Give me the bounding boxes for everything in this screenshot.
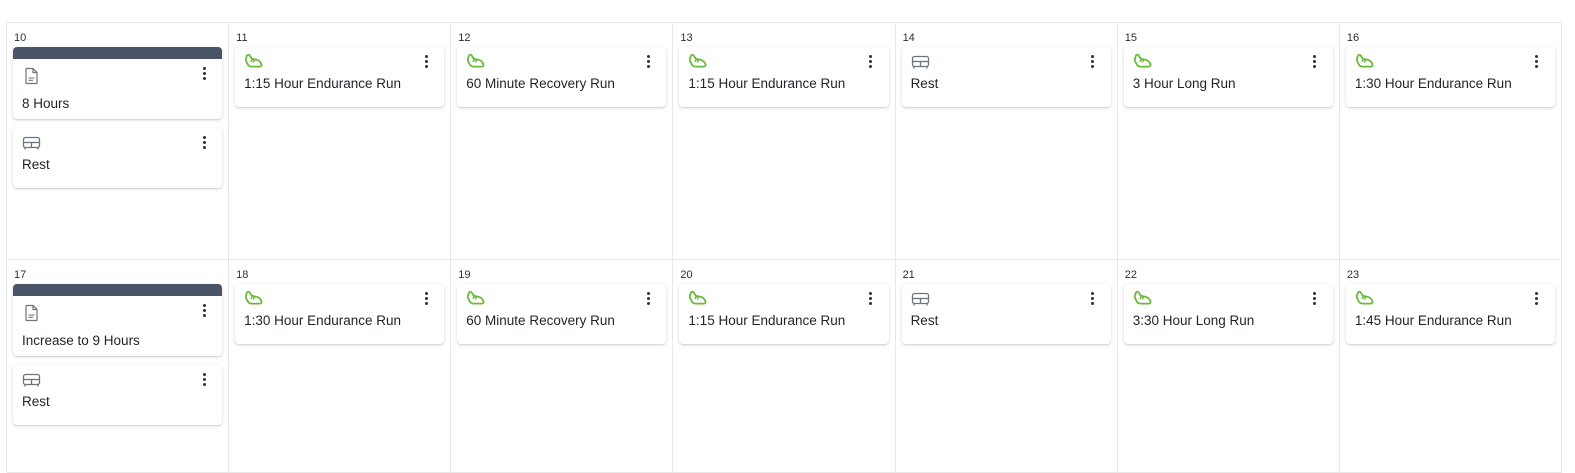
- calendar-day-16[interactable]: 16 1:30 Hour Endurance Run: [1339, 23, 1562, 260]
- day-number: 14: [902, 32, 915, 44]
- more-options-icon[interactable]: [1533, 55, 1541, 69]
- calendar-day-13[interactable]: 13 1:15 Hour Endurance Run: [673, 23, 896, 260]
- more-options-icon[interactable]: [867, 292, 875, 306]
- sofa-icon: [22, 134, 42, 152]
- workout-card[interactable]: 3 Hour Long Run: [1123, 47, 1333, 107]
- note-card[interactable]: Increase to 9 Hours: [13, 284, 223, 356]
- running-shoe-icon: [1355, 53, 1375, 71]
- workout-card[interactable]: 1:15 Hour Endurance Run: [679, 47, 889, 107]
- running-shoe-icon: [1133, 53, 1153, 71]
- running-shoe-icon: [1133, 290, 1153, 308]
- training-calendar: 10 8 Hours Rest 11 1:15 Hour Endurance Run 12…: [6, 22, 1562, 473]
- rest-day-card[interactable]: Rest: [901, 284, 1111, 344]
- calendar-day-11[interactable]: 11 1:15 Hour Endurance Run: [229, 23, 452, 260]
- more-options-icon[interactable]: [200, 136, 208, 150]
- day-number: 11: [236, 32, 248, 44]
- card-title: 1:15 Hour Endurance Run: [688, 76, 846, 91]
- card-title: 3 Hour Long Run: [1132, 76, 1236, 91]
- card-title: Increase to 9 Hours: [22, 333, 140, 348]
- day-number: 15: [1124, 32, 1137, 44]
- running-shoe-icon: [466, 290, 486, 308]
- sofa-icon: [22, 371, 42, 389]
- card-title: 1:30 Hour Endurance Run: [244, 313, 401, 328]
- more-options-icon[interactable]: [200, 304, 208, 318]
- card-title: 1:15 Hour Endurance Run: [688, 313, 846, 328]
- calendar-day-20[interactable]: 20 1:15 Hour Endurance Run: [673, 260, 896, 473]
- more-options-icon[interactable]: [1311, 292, 1319, 306]
- day-number: 10: [14, 32, 27, 44]
- calendar-day-12[interactable]: 12 60 Minute Recovery Run: [451, 23, 674, 260]
- day-number: 18: [236, 269, 249, 281]
- calendar-day-21[interactable]: 21 Rest: [895, 260, 1118, 473]
- calendar-day-19[interactable]: 19 60 Minute Recovery Run: [451, 260, 674, 473]
- more-options-icon[interactable]: [867, 55, 875, 69]
- running-shoe-icon: [466, 53, 486, 71]
- note-header-bar: [13, 284, 223, 296]
- day-number: 13: [680, 32, 693, 44]
- card-title: Rest: [22, 394, 50, 409]
- card-title: Rest: [22, 157, 50, 172]
- running-shoe-icon: [1355, 290, 1375, 308]
- card-title: Rest: [910, 76, 939, 91]
- more-options-icon[interactable]: [422, 292, 430, 306]
- card-title: 1:45 Hour Endurance Run: [1354, 313, 1512, 328]
- card-title: 8 Hours: [22, 96, 70, 111]
- day-number: 12: [458, 32, 471, 44]
- calendar-day-17[interactable]: 17 Increase to 9 Hours Rest: [7, 260, 230, 473]
- running-shoe-icon: [244, 53, 264, 71]
- card-title: 1:15 Hour Endurance Run: [244, 76, 401, 91]
- running-shoe-icon: [244, 290, 264, 308]
- day-number: 20: [680, 269, 693, 281]
- card-title: 60 Minute Recovery Run: [466, 76, 615, 91]
- note-card[interactable]: 8 Hours: [13, 47, 223, 119]
- workout-card[interactable]: 1:45 Hour Endurance Run: [1345, 284, 1555, 344]
- card-title: 3:30 Hour Long Run: [1132, 313, 1255, 328]
- more-options-icon[interactable]: [1089, 292, 1097, 306]
- calendar-day-15[interactable]: 15 3 Hour Long Run: [1117, 23, 1340, 260]
- document-icon: [22, 67, 42, 85]
- day-number: 19: [458, 269, 471, 281]
- sofa-icon: [911, 290, 931, 308]
- more-options-icon[interactable]: [1089, 55, 1097, 69]
- day-number: 23: [1346, 269, 1360, 281]
- more-options-icon[interactable]: [200, 373, 208, 387]
- workout-card[interactable]: 3:30 Hour Long Run: [1123, 284, 1333, 344]
- day-number: 16: [1346, 32, 1360, 44]
- note-header-bar: [13, 47, 223, 59]
- card-title: 1:30 Hour Endurance Run: [1354, 76, 1512, 91]
- calendar-day-10[interactable]: 10 8 Hours Rest: [7, 23, 230, 260]
- calendar-day-14[interactable]: 14 Rest: [895, 23, 1118, 260]
- workout-card[interactable]: 1:30 Hour Endurance Run: [235, 284, 445, 344]
- more-options-icon[interactable]: [200, 67, 208, 81]
- calendar-day-22[interactable]: 22 3:30 Hour Long Run: [1117, 260, 1340, 473]
- rest-day-card[interactable]: Rest: [901, 47, 1111, 107]
- day-number: 22: [1124, 269, 1137, 281]
- sofa-icon: [911, 53, 931, 71]
- running-shoe-icon: [688, 290, 708, 308]
- more-options-icon[interactable]: [644, 292, 652, 306]
- more-options-icon[interactable]: [1311, 55, 1319, 69]
- workout-card[interactable]: 1:15 Hour Endurance Run: [235, 47, 445, 107]
- running-shoe-icon: [688, 53, 708, 71]
- rest-day-card[interactable]: Rest: [13, 365, 223, 425]
- card-title: 60 Minute Recovery Run: [466, 313, 615, 328]
- day-number: 21: [902, 269, 915, 281]
- calendar-day-18[interactable]: 18 1:30 Hour Endurance Run: [229, 260, 452, 473]
- workout-card[interactable]: 1:30 Hour Endurance Run: [1345, 47, 1555, 107]
- more-options-icon[interactable]: [422, 55, 430, 69]
- document-icon: [22, 304, 42, 322]
- card-title: Rest: [910, 313, 939, 328]
- day-number: 17: [14, 269, 27, 281]
- rest-day-card[interactable]: Rest: [13, 128, 223, 188]
- more-options-icon[interactable]: [1533, 292, 1541, 306]
- calendar-day-23[interactable]: 23 1:45 Hour Endurance Run: [1339, 260, 1562, 473]
- workout-card[interactable]: 60 Minute Recovery Run: [457, 47, 667, 107]
- more-options-icon[interactable]: [644, 55, 652, 69]
- workout-card[interactable]: 60 Minute Recovery Run: [457, 284, 667, 344]
- workout-card[interactable]: 1:15 Hour Endurance Run: [679, 284, 889, 344]
